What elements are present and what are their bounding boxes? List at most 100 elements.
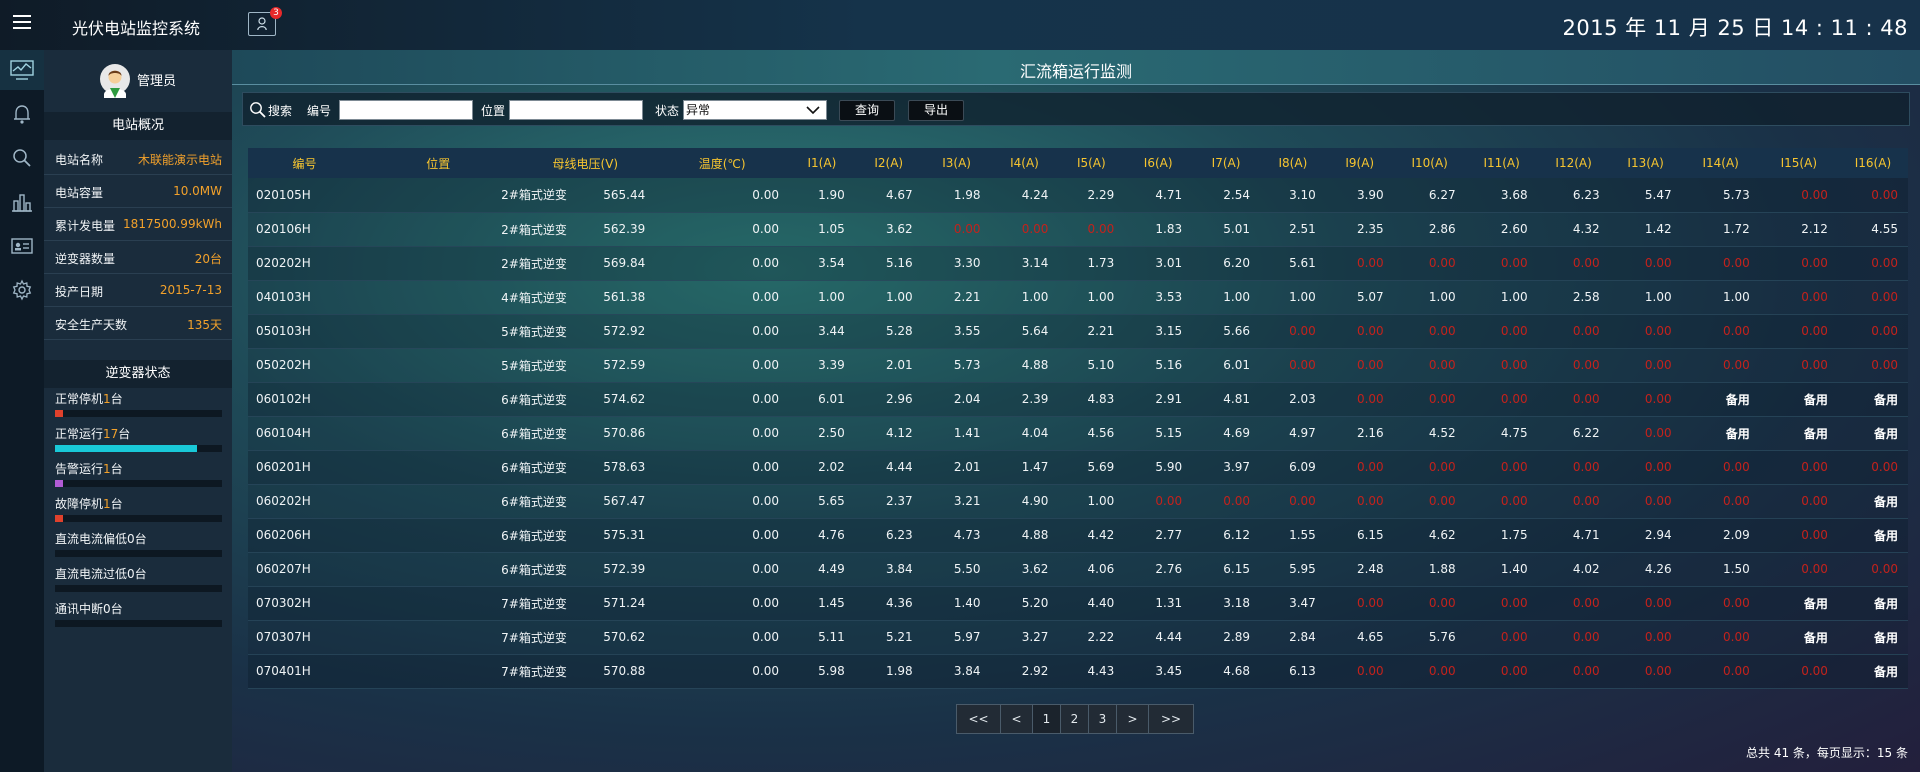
user-notification-button[interactable]: 3 <box>248 7 282 36</box>
table-cell: 0.00 <box>1428 494 1456 508</box>
table-row[interactable]: 020105H 2#箱式逆变 565.44 0.00 1.90 4.67 1.98 4.24 2… <box>248 178 1908 212</box>
table-row[interactable]: 060202H 6#箱式逆变 567.47 0.00 5.65 2.37 3.21 4.90 1… <box>248 484 1908 518</box>
cell-location: 6#箱式逆变 <box>501 494 567 509</box>
table-cell: 5.65 <box>818 494 845 508</box>
search-icon <box>250 102 266 118</box>
table-cell: 0.00 <box>1723 630 1750 644</box>
table-cell: 2.21 <box>1087 324 1115 338</box>
table-cell: 4.73 <box>953 528 981 542</box>
cell-id: 060206H <box>256 528 311 542</box>
cell-id: 060201H <box>256 460 311 474</box>
next-page-button[interactable]: > <box>1117 705 1149 733</box>
column-header[interactable]: I14(A) <box>1682 148 1760 178</box>
table-cell: 0.00 <box>1356 324 1384 338</box>
table-row[interactable]: 050202H 5#箱式逆变 572.59 0.00 3.39 2.01 5.73 4.88 5… <box>248 348 1908 382</box>
table-row[interactable]: 070302H 7#箱式逆变 571.24 0.00 1.45 4.36 1.40 5.20 4… <box>248 586 1908 620</box>
table-cell: 0.00 <box>1289 358 1316 372</box>
table-cell: 1.47 <box>1021 460 1049 474</box>
table-cell: 3.10 <box>1289 187 1316 202</box>
location-input[interactable] <box>509 100 643 120</box>
inverter-status-item[interactable]: 直流电流偏低0台 <box>55 530 225 562</box>
table-cell: 4.88 <box>1021 358 1049 372</box>
table-row[interactable]: 070401H 7#箱式逆变 570.88 0.00 5.98 1.98 3.84 2.92 4… <box>248 654 1908 688</box>
column-header[interactable]: I12(A) <box>1538 148 1610 178</box>
column-header[interactable]: I3(A) <box>923 148 991 178</box>
column-header[interactable]: I11(A) <box>1466 148 1538 178</box>
table-cell: 5.50 <box>953 562 981 576</box>
column-header[interactable]: I6(A) <box>1124 148 1192 178</box>
status-text: 正常运行 <box>55 427 104 441</box>
first-page-button[interactable]: << <box>957 705 1001 733</box>
column-header[interactable]: I13(A) <box>1610 148 1682 178</box>
column-header[interactable]: 位置 <box>361 148 515 178</box>
column-header[interactable]: I5(A) <box>1058 148 1124 178</box>
table-cell: 1.00 <box>1644 290 1672 304</box>
inverter-status-item[interactable]: 正常停机1台 <box>55 390 225 422</box>
table-cell: 0.00 <box>1644 460 1672 474</box>
query-button[interactable]: 查询 <box>839 100 895 121</box>
cell-id: 020202H <box>256 256 311 270</box>
inverter-status-item[interactable]: 直流电流过低0台 <box>55 565 225 597</box>
table-cell: 0.00 <box>1871 290 1898 304</box>
table-row[interactable]: 060206H 6#箱式逆变 575.31 0.00 4.76 6.23 4.73 4.88 4… <box>248 518 1908 552</box>
table-cell: 0.00 <box>1871 187 1898 202</box>
column-header[interactable]: I1(A) <box>789 148 855 178</box>
table-cell: 2.50 <box>818 426 845 440</box>
column-header[interactable]: I7(A) <box>1192 148 1260 178</box>
table-row[interactable]: 060201H 6#箱式逆变 578.63 0.00 2.02 4.44 2.01 1.47 5… <box>248 450 1908 484</box>
column-header[interactable]: I2(A) <box>855 148 923 178</box>
table-row[interactable]: 060104H 6#箱式逆变 570.86 0.00 2.50 4.12 1.41 4.04 4… <box>248 416 1908 450</box>
page-button[interactable]: 3 <box>1089 705 1117 733</box>
rail-search[interactable] <box>0 138 44 178</box>
table-cell: 6.23 <box>1572 187 1600 202</box>
column-header[interactable]: I16(A) <box>1838 148 1908 178</box>
inverter-status-label: 故障停机1台 <box>55 495 123 512</box>
table-cell: 2.02 <box>818 460 845 474</box>
rail-profile[interactable] <box>0 226 44 266</box>
column-header[interactable]: 母线电压(V) <box>515 148 655 178</box>
page-button[interactable]: 1 <box>1033 705 1061 733</box>
inverter-status-item[interactable]: 故障停机1台 <box>55 495 225 527</box>
table-row[interactable]: 050103H 5#箱式逆变 572.92 0.00 3.44 5.28 3.55 5.64 2… <box>248 314 1908 348</box>
column-header[interactable]: I10(A) <box>1394 148 1466 178</box>
last-page-button[interactable]: >> <box>1149 705 1193 733</box>
column-header[interactable]: I4(A) <box>991 148 1059 178</box>
table-row[interactable]: 070307H 7#箱式逆变 570.62 0.00 5.11 5.21 5.97 3.27 2… <box>248 620 1908 654</box>
column-header[interactable]: I15(A) <box>1760 148 1838 178</box>
inverter-status-item[interactable]: 正常运行17台 <box>55 425 225 457</box>
status-select[interactable]: 异常 <box>683 100 827 120</box>
admin-profile[interactable]: 管理员 <box>44 50 232 108</box>
table-cell: 5.16 <box>1155 358 1183 372</box>
inverter-status-item[interactable]: 通讯中断0台 <box>55 600 225 632</box>
rail-monitor[interactable] <box>0 50 44 90</box>
rail-statistics[interactable] <box>0 182 44 222</box>
prev-page-button[interactable]: < <box>1001 705 1033 733</box>
inverter-status-item[interactable]: 告警运行1台 <box>55 460 225 492</box>
column-header[interactable]: 编号 <box>248 148 361 178</box>
rail-alarm[interactable] <box>0 94 44 134</box>
table-row[interactable]: 060102H 6#箱式逆变 574.62 0.00 6.01 2.96 2.04 2.39 4… <box>248 382 1908 416</box>
table-cell: 5.10 <box>1087 358 1115 372</box>
table-row[interactable]: 040103H 4#箱式逆变 561.38 0.00 1.00 1.00 2.21 1.00 1… <box>248 280 1908 314</box>
column-header[interactable]: I9(A) <box>1326 148 1394 178</box>
table-cell: 5.20 <box>1021 596 1049 610</box>
column-header[interactable]: I8(A) <box>1260 148 1326 178</box>
status-progress-bar <box>55 620 222 627</box>
status-unit: 台 <box>110 462 123 476</box>
table-cell: 备用 <box>1873 426 1898 441</box>
info-value: 1817500.99kWh <box>123 217 222 231</box>
inverter-status-label: 正常停机1台 <box>55 390 123 407</box>
export-button[interactable]: 导出 <box>908 100 964 121</box>
table-cell: 1.90 <box>818 187 845 202</box>
id-input[interactable] <box>339 100 473 120</box>
table-cell: 1.00 <box>1087 494 1115 508</box>
rail-settings[interactable] <box>0 270 44 310</box>
page-button[interactable]: 2 <box>1061 705 1089 733</box>
column-header[interactable]: 温度(℃) <box>655 148 789 178</box>
table-cell: 0.00 <box>1428 358 1456 372</box>
table-row[interactable]: 020202H 2#箱式逆变 569.84 0.00 3.54 5.16 3.30 3.14 1… <box>248 246 1908 280</box>
table-row[interactable]: 020106H 2#箱式逆变 562.39 0.00 1.05 3.62 0.00 0.00 0… <box>248 212 1908 246</box>
table-cell: 2.04 <box>953 392 981 406</box>
hamburger-menu-icon[interactable] <box>13 15 31 31</box>
table-row[interactable]: 060207H 6#箱式逆变 572.39 0.00 4.49 3.84 5.50 3.62 4… <box>248 552 1908 586</box>
